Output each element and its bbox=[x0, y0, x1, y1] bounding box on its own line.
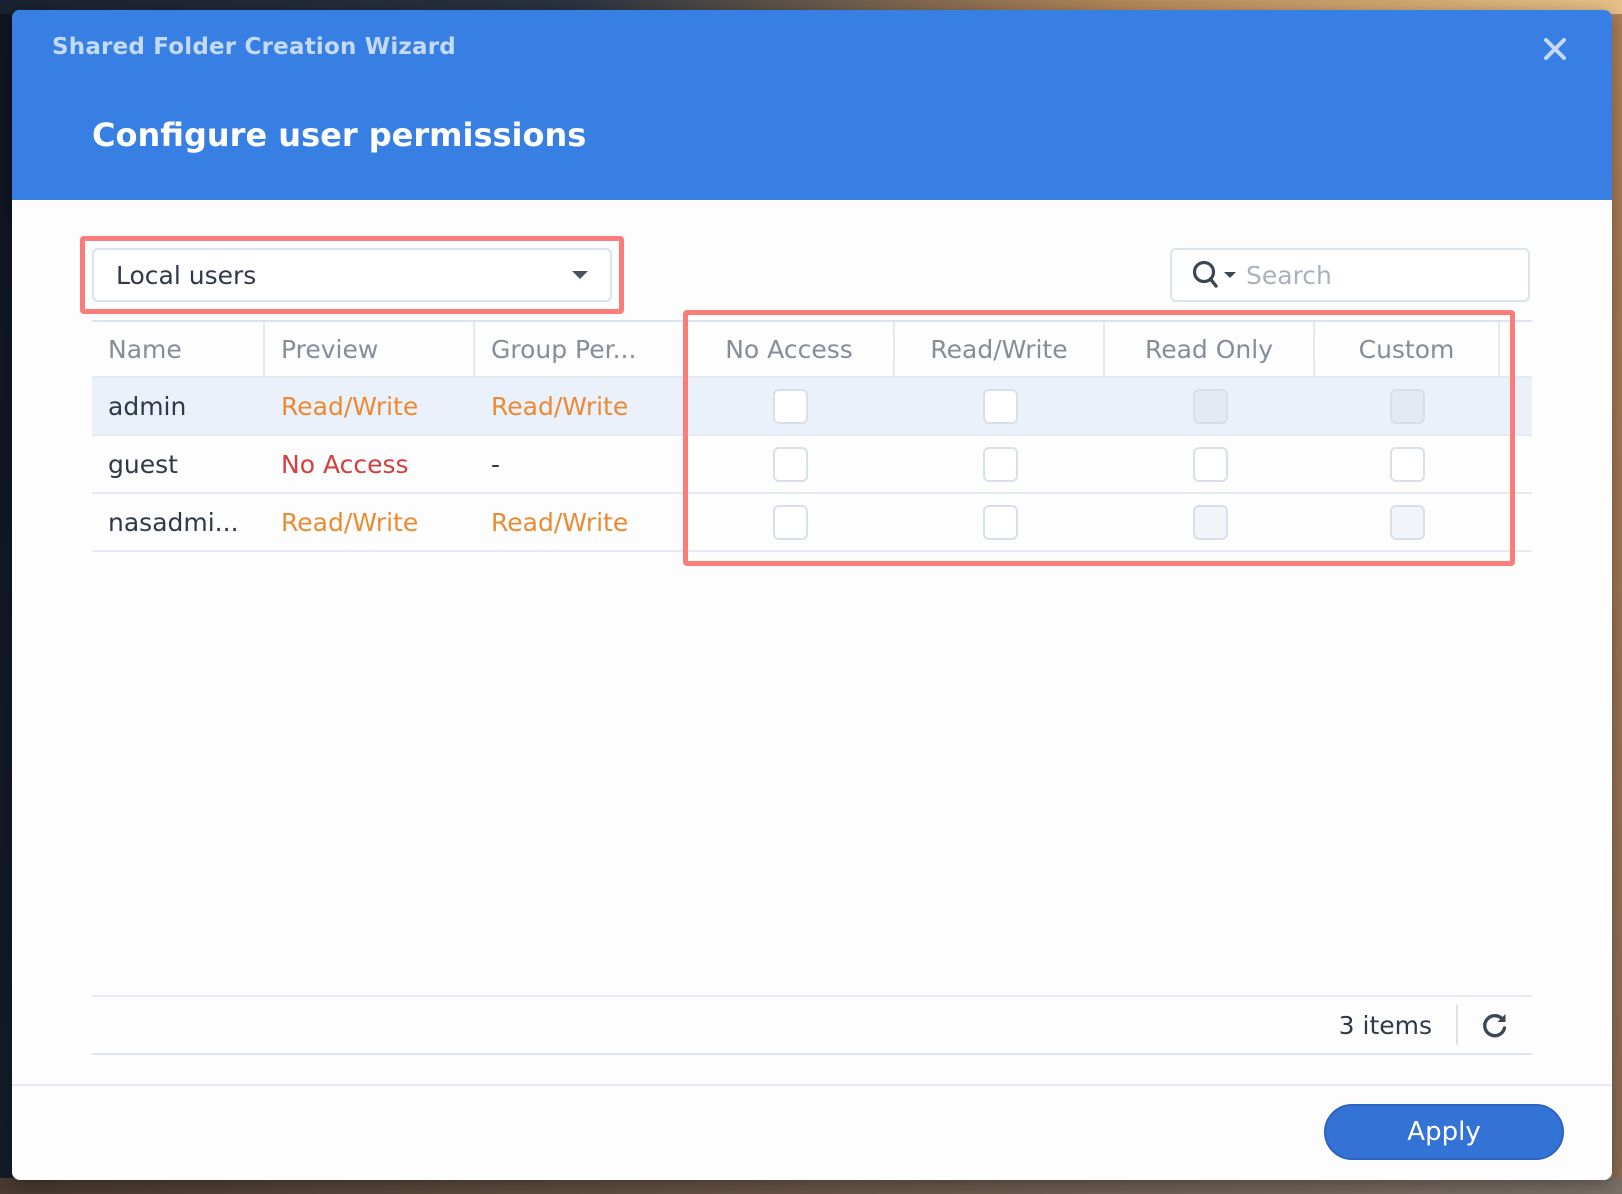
items-count: 3 items bbox=[1338, 1010, 1432, 1040]
table-header: Name Preview Group Per... No Access Read… bbox=[92, 320, 1532, 378]
wizard-title: Shared Folder Creation Wizard bbox=[52, 34, 456, 60]
search-input[interactable] bbox=[1246, 260, 1486, 290]
preview-permission: Read/Write bbox=[281, 391, 419, 421]
column-header-preview[interactable]: Preview bbox=[265, 322, 475, 376]
permissions-table: Name Preview Group Per... No Access Read… bbox=[92, 320, 1532, 552]
table-footer: 3 items bbox=[92, 995, 1532, 1055]
custom-checkbox bbox=[1390, 504, 1425, 540]
no-access-checkbox[interactable] bbox=[772, 504, 808, 540]
read-only-checkbox[interactable] bbox=[1192, 446, 1228, 482]
table-row[interactable]: nasadmi... Read/Write Read/Write bbox=[92, 494, 1532, 552]
close-icon bbox=[1544, 38, 1566, 60]
column-header-read-write[interactable]: Read/Write bbox=[895, 322, 1105, 376]
close-button[interactable] bbox=[1540, 36, 1570, 66]
search-options-button[interactable] bbox=[1192, 260, 1236, 290]
shared-folder-wizard-dialog: Shared Folder Creation Wizard Configure … bbox=[12, 10, 1612, 1180]
no-access-checkbox[interactable] bbox=[772, 388, 808, 424]
no-access-checkbox[interactable] bbox=[772, 446, 808, 482]
dialog-footer-divider bbox=[12, 1084, 1612, 1086]
group-permission: - bbox=[491, 449, 501, 479]
group-permission: Read/Write bbox=[491, 507, 629, 537]
read-only-checkbox bbox=[1192, 504, 1228, 540]
user-type-dropdown[interactable]: Local users bbox=[92, 248, 612, 302]
table-row[interactable]: guest No Access - bbox=[92, 436, 1532, 494]
search-field[interactable] bbox=[1170, 248, 1530, 302]
dialog-header: Shared Folder Creation Wizard Configure … bbox=[12, 10, 1612, 200]
apply-button[interactable]: Apply bbox=[1324, 1104, 1564, 1160]
group-permission: Read/Write bbox=[491, 391, 629, 421]
desktop-background-bottom bbox=[0, 1178, 1622, 1194]
read-only-checkbox bbox=[1192, 388, 1228, 424]
search-caret-icon bbox=[1224, 272, 1236, 278]
column-header-group-permissions[interactable]: Group Per... bbox=[475, 322, 685, 376]
custom-checkbox[interactable] bbox=[1390, 446, 1425, 482]
column-header-custom[interactable]: Custom bbox=[1315, 322, 1500, 376]
column-header-spacer bbox=[1500, 322, 1532, 376]
read-write-checkbox[interactable] bbox=[982, 504, 1018, 540]
user-name: nasadmi... bbox=[108, 507, 239, 537]
preview-permission: Read/Write bbox=[281, 507, 419, 537]
refresh-button[interactable] bbox=[1458, 1011, 1532, 1039]
column-header-read-only[interactable]: Read Only bbox=[1105, 322, 1315, 376]
chevron-down-icon bbox=[572, 271, 588, 279]
page-title: Configure user permissions bbox=[92, 116, 587, 154]
refresh-icon bbox=[1483, 1014, 1507, 1038]
user-type-selected: Local users bbox=[116, 260, 257, 290]
table-row[interactable]: admin Read/Write Read/Write bbox=[92, 378, 1532, 436]
column-header-no-access[interactable]: No Access bbox=[685, 322, 895, 376]
custom-checkbox bbox=[1390, 388, 1425, 424]
user-name: admin bbox=[108, 391, 187, 421]
column-header-name[interactable]: Name bbox=[92, 322, 265, 376]
read-write-checkbox[interactable] bbox=[982, 446, 1018, 482]
preview-permission: No Access bbox=[281, 449, 409, 479]
search-icon bbox=[1192, 260, 1218, 288]
user-name: guest bbox=[108, 449, 178, 479]
read-write-checkbox[interactable] bbox=[982, 388, 1018, 424]
